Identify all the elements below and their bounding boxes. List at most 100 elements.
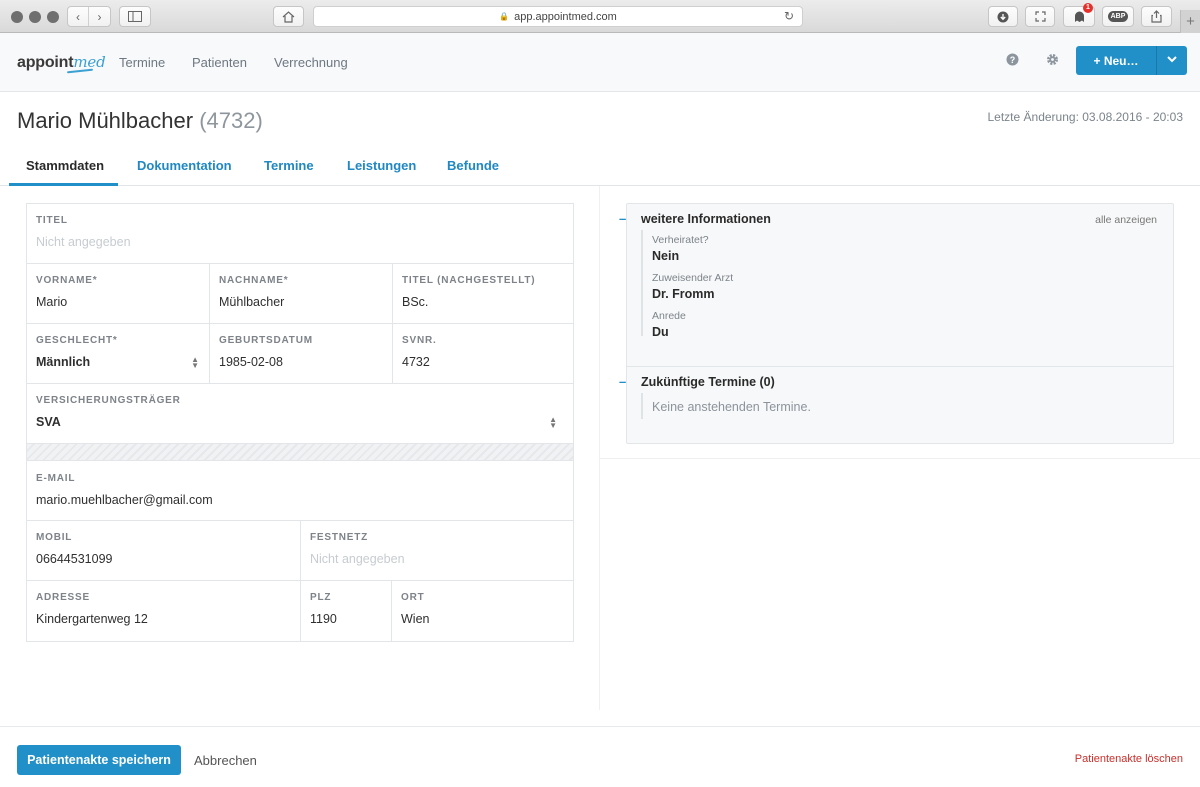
browser-toolbar: ‹ › 🔒 app.appointmed.com ↻ 1 ABP + <box>0 0 1200 34</box>
nachname-input[interactable]: Mühlbacher <box>219 295 383 309</box>
tab-termine[interactable]: Termine <box>264 158 314 173</box>
back-icon[interactable]: ‹ <box>68 7 90 26</box>
gear-icon[interactable] <box>1046 53 1059 69</box>
ort-input[interactable]: Wien <box>401 612 564 626</box>
fullscreen-button[interactable] <box>1025 6 1055 27</box>
svnr-label: SVNR. <box>402 335 437 346</box>
plz-field[interactable]: PLZ 1190 <box>301 581 392 641</box>
minimize-window-button[interactable] <box>29 11 41 23</box>
email-label: E-MAIL <box>36 473 76 484</box>
nav-link-verrechnung[interactable]: Verrechnung <box>274 55 348 70</box>
info-value: Dr. Fromm <box>652 287 715 301</box>
extension-ghostery-button[interactable]: 1 <box>1063 3 1095 27</box>
expand-icon <box>1034 11 1046 22</box>
new-split-button: + Neu… <box>1076 46 1187 75</box>
geburtsdatum-label: GEBURTSDATUM <box>219 335 313 346</box>
app-navbar: appointmed Termine Patienten Verrechnung… <box>0 33 1200 92</box>
ort-label: ORT <box>401 592 425 603</box>
nachname-field[interactable]: NACHNAME* Mühlbacher <box>210 264 393 323</box>
geschlecht-label: GESCHLECHT* <box>36 335 118 346</box>
notification-badge: 1 <box>1083 3 1093 13</box>
tab-leistungen[interactable]: Leistungen <box>347 158 416 173</box>
patient-name: Mario Mühlbacher <box>17 108 194 133</box>
adblock-icon: ABP <box>1107 11 1129 22</box>
logo-text: appoint <box>17 54 74 71</box>
ort-field[interactable]: ORT Wien <box>392 581 573 641</box>
vorname-label: VORNAME* <box>36 275 98 286</box>
delete-record-link[interactable]: Patientenakte löschen <box>1075 753 1183 765</box>
home-button[interactable] <box>273 6 304 27</box>
new-button[interactable]: + Neu… <box>1076 54 1156 68</box>
adresse-input[interactable]: Kindergartenweg 12 <box>36 612 291 626</box>
versicherung-field[interactable]: VERSICHERUNGSTRÄGER SVA ▲ ▼ <box>27 384 573 443</box>
cancel-button[interactable]: Abbrechen <box>194 753 257 768</box>
svnr-input[interactable]: 4732 <box>402 355 564 369</box>
info-list: Verheiratet? Nein Zuweisender Arzt Dr. F… <box>641 230 733 339</box>
svg-text:?: ? <box>1010 55 1016 65</box>
email-input[interactable]: mario.muehlbacher@gmail.com <box>36 493 564 507</box>
mobil-field[interactable]: MOBIL 06644531099 <box>27 521 301 580</box>
adresse-field[interactable]: ADRESSE Kindergartenweg 12 <box>27 581 301 641</box>
titel-nachgestellt-input[interactable]: BSc. <box>402 295 564 309</box>
email-field[interactable]: E-MAIL mario.muehlbacher@gmail.com <box>27 461 573 520</box>
downloads-button[interactable] <box>988 6 1018 27</box>
collapse-termine-toggle[interactable]: – <box>619 374 626 389</box>
form-row-titel: TITEL Nicht angegeben <box>27 204 573 264</box>
titel-field[interactable]: TITEL Nicht angegeben <box>27 204 573 263</box>
geburtsdatum-input[interactable]: 1985-02-08 <box>219 355 383 369</box>
festnetz-field[interactable]: FESTNETZ Nicht angegeben <box>301 521 573 580</box>
titel-input[interactable]: Nicht angegeben <box>36 235 564 249</box>
form-row-phone: MOBIL 06644531099 FESTNETZ Nicht angegeb… <box>27 521 573 581</box>
chevron-down-icon[interactable] <box>1157 55 1187 66</box>
zoom-window-button[interactable] <box>47 11 59 23</box>
future-appointments-title[interactable]: Zukünftige Termine (0) <box>641 375 775 389</box>
mobil-input[interactable]: 06644531099 <box>36 552 291 566</box>
home-icon <box>282 10 295 23</box>
tab-befunde[interactable]: Befunde <box>447 158 499 173</box>
geschlecht-select[interactable]: Männlich <box>36 355 200 369</box>
address-bar[interactable]: 🔒 app.appointmed.com ↻ <box>313 6 803 27</box>
nachname-label: NACHNAME* <box>219 275 289 286</box>
extension-adblock-button[interactable]: ABP <box>1102 6 1134 27</box>
mobil-label: MOBIL <box>36 532 73 543</box>
geburtsdatum-field[interactable]: GEBURTSDATUM 1985-02-08 <box>210 324 393 383</box>
url-text: app.appointmed.com <box>514 10 617 23</box>
info-key: Verheiratet? <box>652 234 709 246</box>
adresse-label: ADRESSE <box>36 592 90 603</box>
plz-input[interactable]: 1190 <box>310 612 382 626</box>
share-icon <box>1151 10 1162 23</box>
form-row-name: VORNAME* Mario NACHNAME* Mühlbacher TITE… <box>27 264 573 324</box>
vorname-input[interactable]: Mario <box>36 295 200 309</box>
forward-icon[interactable]: › <box>89 7 110 26</box>
svnr-field[interactable]: SVNR. 4732 <box>393 324 573 383</box>
share-button[interactable] <box>1141 6 1172 27</box>
nav-link-termine[interactable]: Termine <box>119 55 165 70</box>
page-title: Mario Mühlbacher (4732) <box>17 108 263 134</box>
nav-link-patienten[interactable]: Patienten <box>192 55 247 70</box>
close-window-button[interactable] <box>11 11 23 23</box>
show-all-link[interactable]: alle anzeigen <box>1095 214 1157 226</box>
last-modified-text: Letzte Änderung: 03.08.2016 - 20:03 <box>987 110 1184 124</box>
collapse-info-toggle[interactable]: – <box>619 211 626 226</box>
info-key: Anrede <box>652 310 686 322</box>
ghost-icon <box>1074 11 1084 22</box>
vorname-field[interactable]: VORNAME* Mario <box>27 264 210 323</box>
plz-label: PLZ <box>310 592 332 603</box>
info-section-title[interactable]: weitere Informationen <box>641 212 771 226</box>
new-tab-button[interactable]: + <box>1180 10 1200 34</box>
info-value: Du <box>652 325 669 339</box>
festnetz-input[interactable]: Nicht angegeben <box>310 552 564 566</box>
reload-icon[interactable]: ↻ <box>784 9 794 23</box>
sidebar-toggle-button[interactable] <box>119 6 151 27</box>
help-circle-icon[interactable]: ? <box>1006 53 1019 69</box>
info-divider <box>627 366 1173 367</box>
versicherung-select[interactable]: SVA <box>36 415 564 429</box>
form-row-personal: GESCHLECHT* Männlich ▲ ▼ GEBURTSDATUM 198… <box>27 324 573 384</box>
titel-nachgestellt-field[interactable]: TITEL (NACHGESTELLT) BSc. <box>393 264 573 323</box>
save-button[interactable]: Patientenakte speichern <box>17 745 181 775</box>
future-appointments-list: Keine anstehenden Termine. <box>641 393 811 419</box>
tab-stammdaten[interactable]: Stammdaten <box>26 158 104 173</box>
titel-label: TITEL <box>36 215 68 226</box>
geschlecht-field[interactable]: GESCHLECHT* Männlich ▲ ▼ <box>27 324 210 383</box>
tab-dokumentation[interactable]: Dokumentation <box>137 158 232 173</box>
